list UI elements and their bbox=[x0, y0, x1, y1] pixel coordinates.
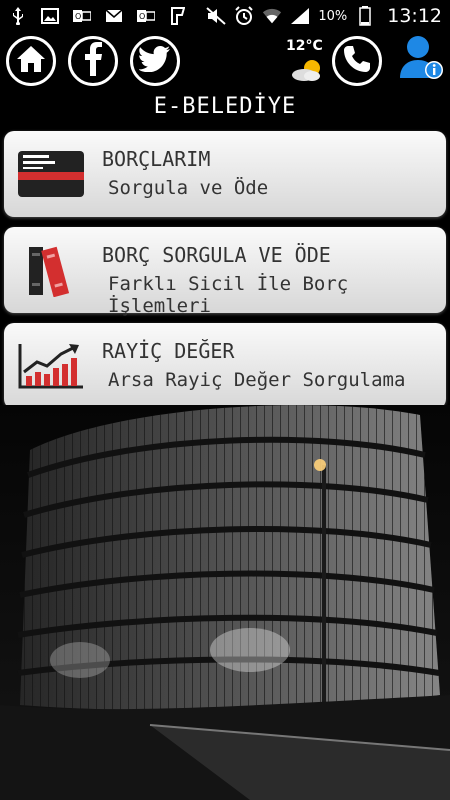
usb-icon bbox=[8, 6, 28, 26]
twitter-icon bbox=[138, 46, 171, 76]
notification-icons: O O bbox=[8, 6, 188, 26]
svg-text:O: O bbox=[75, 12, 81, 21]
home-button[interactable] bbox=[6, 36, 56, 86]
foursquare-icon bbox=[168, 6, 188, 26]
app-header: 12°C bbox=[0, 32, 450, 92]
profile-button[interactable] bbox=[398, 34, 444, 86]
system-icons: 10% 13:12 bbox=[206, 5, 442, 27]
menu-item-subtitle: Farklı Sicil İle Borç İşlemleri bbox=[108, 273, 349, 317]
alarm-icon bbox=[234, 6, 254, 26]
user-info-icon bbox=[398, 36, 444, 88]
wifi-icon bbox=[262, 6, 282, 26]
menu-item-borclarim[interactable]: BORÇLARIM Sorgula ve Öde bbox=[4, 131, 446, 217]
outlook-icon: O bbox=[72, 6, 92, 26]
battery-percent: 10% bbox=[318, 8, 348, 24]
weather-widget[interactable]: 12°C bbox=[282, 38, 330, 88]
menu-item-borc-sorgula[interactable]: BORÇ SORGULA VE ÖDE Farklı Sicil İle Bor… bbox=[4, 227, 446, 317]
image-icon bbox=[40, 6, 60, 26]
menu-item-rayic-deger[interactable]: RAYİÇ DEĞER Arsa Rayiç Değer Sorgulama bbox=[4, 323, 446, 409]
weather-temperature: 12°C bbox=[286, 38, 323, 54]
outlook-icon: O bbox=[136, 6, 156, 26]
twitter-button[interactable] bbox=[130, 36, 180, 86]
home-icon bbox=[15, 44, 47, 78]
facebook-icon bbox=[81, 42, 105, 80]
bar-chart-icon bbox=[14, 335, 88, 397]
status-bar: O O 10% 13:12 bbox=[0, 0, 450, 32]
phone-button[interactable] bbox=[332, 36, 382, 86]
menu-item-subtitle: Arsa Rayiç Değer Sorgulama bbox=[108, 369, 406, 391]
menu-item-title: BORÇLARIM bbox=[102, 147, 211, 171]
menu-item-title: RAYİÇ DEĞER bbox=[102, 339, 235, 363]
mute-icon bbox=[206, 6, 226, 26]
background-building-image bbox=[0, 405, 450, 800]
phone-icon bbox=[342, 44, 372, 78]
menu-item-title: BORÇ SORGULA VE ÖDE bbox=[102, 243, 331, 267]
signal-icon bbox=[290, 6, 310, 26]
battery-icon bbox=[355, 6, 375, 26]
books-icon bbox=[14, 239, 88, 301]
clock: 13:12 bbox=[387, 5, 442, 27]
page-title: E-BELEDİYE bbox=[153, 94, 297, 119]
svg-text:O: O bbox=[139, 12, 145, 21]
menu-item-subtitle: Sorgula ve Öde bbox=[108, 177, 269, 199]
partly-cloudy-icon bbox=[290, 58, 326, 86]
mail-icon bbox=[104, 6, 124, 26]
facebook-button[interactable] bbox=[68, 36, 118, 86]
credit-card-icon bbox=[14, 143, 88, 205]
